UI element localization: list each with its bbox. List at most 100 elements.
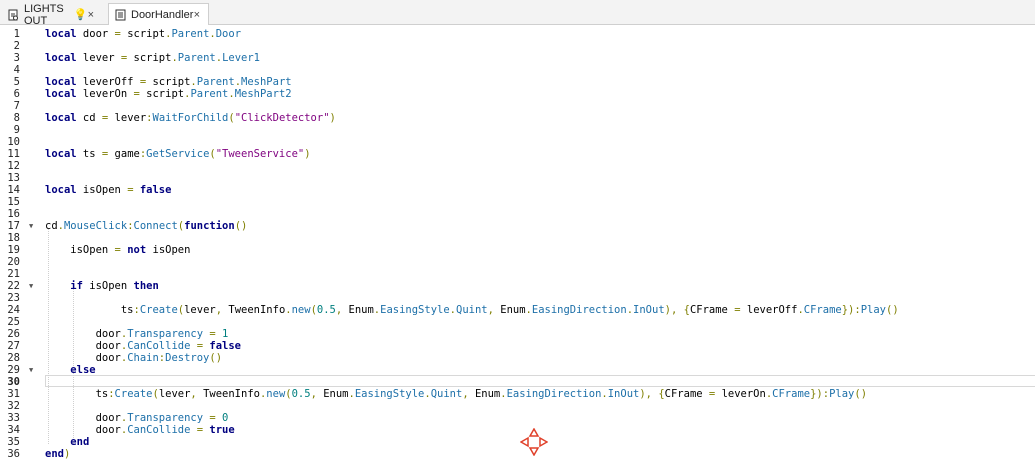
code-line[interactable]: 25 (0, 316, 1035, 328)
line-number: 28 (0, 352, 20, 364)
line-number: 34 (0, 424, 20, 436)
code-text: end (45, 436, 89, 448)
code-line[interactable]: 29▼ else (0, 364, 1035, 376)
fold-toggle-icon[interactable]: ▼ (29, 364, 33, 376)
line-number: 25 (0, 316, 20, 328)
code-line[interactable]: 24 ts:Create(lever, TweenInfo.new(0.5, E… (0, 304, 1035, 316)
code-line[interactable]: 22 ▼ if isOpen then (0, 280, 1035, 292)
line-number: 32 (0, 400, 20, 412)
code-text: end) (45, 448, 70, 460)
tab-bar: LIGHTS OUT 💡 × DoorHandler × (0, 0, 1035, 25)
code-line[interactable]: 16 (0, 208, 1035, 220)
code-text: door.Chain:Destroy() (45, 352, 222, 364)
code-line[interactable]: 36 end) (0, 448, 1035, 460)
code-text: door.Transparency = 1 (45, 328, 228, 340)
line-number: 16 (0, 208, 20, 220)
code-line[interactable]: 15 (0, 196, 1035, 208)
code-line[interactable]: 11 local ts = game:GetService("TweenServi… (0, 148, 1035, 160)
code-line[interactable]: 23 (0, 292, 1035, 304)
code-line[interactable]: 8 local cd = lever:WaitForChild("ClickDet… (0, 112, 1035, 124)
code-line[interactable]: 18 (0, 232, 1035, 244)
code-line[interactable]: 12 (0, 160, 1035, 172)
line-number: 36 (0, 448, 20, 460)
code-text: local leverOn = script.Parent.MeshPart2 (45, 88, 292, 100)
tab-label: LIGHTS OUT (24, 3, 72, 27)
line-number: 7 (0, 100, 20, 112)
code-line[interactable]: 34 door.CanCollide = true (0, 424, 1035, 436)
line-number: 14 (0, 184, 20, 196)
code-line[interactable]: 2 (0, 40, 1035, 52)
move-cursor-icon (520, 428, 548, 456)
code-line[interactable]: 3 local lever = script.Parent.Lever1 (0, 52, 1035, 64)
code-line[interactable]: 4 (0, 64, 1035, 76)
code-text: local isOpen = false (45, 184, 171, 196)
code-line[interactable]: 10 (0, 136, 1035, 148)
line-number: 29 (0, 364, 20, 376)
code-line[interactable]: 27 door.CanCollide = false (0, 340, 1035, 352)
code-line[interactable]: 31 ts:Create(lever, TweenInfo.new(0.5, E… (0, 388, 1035, 400)
script-icon (8, 9, 19, 21)
line-number: 22 (0, 280, 20, 292)
line-number: 24 (0, 304, 20, 316)
code-line[interactable]: 7 (0, 100, 1035, 112)
code-line[interactable]: 5local leverOff = script.Parent.MeshPart (0, 76, 1035, 88)
code-line[interactable]: 33 door.Transparency = 0 (0, 412, 1035, 424)
line-number: 33 (0, 412, 20, 424)
code-line[interactable]: 30 (0, 376, 1035, 388)
line-number: 19 (0, 244, 20, 256)
line-number: 17 (0, 220, 20, 232)
code-text: local ts = game:GetService("TweenService… (45, 148, 311, 160)
line-number: 13 (0, 172, 20, 184)
code-text: local door = script.Parent.Door (45, 28, 241, 40)
line-number: 2 (0, 40, 20, 52)
line-number: 1 (0, 28, 20, 40)
code-line[interactable]: 21 (0, 268, 1035, 280)
line-number: 12 (0, 160, 20, 172)
code-text: local lever = script.Parent.Lever1 (45, 52, 260, 64)
code-line[interactable]: 26 door.Transparency = 1 (0, 328, 1035, 340)
code-text: door.CanCollide = false (45, 340, 241, 352)
code-line[interactable]: 35 end (0, 436, 1035, 448)
code-line[interactable]: 32 (0, 400, 1035, 412)
code-text: isOpen = not isOpen (45, 244, 190, 256)
tab-door-handler[interactable]: DoorHandler × (108, 3, 209, 25)
tab-label: DoorHandler (131, 9, 193, 21)
line-number: 3 (0, 52, 20, 64)
code-text: cd.MouseClick:Connect(function() (45, 220, 247, 232)
line-number: 4 (0, 64, 20, 76)
line-number: 31 (0, 388, 20, 400)
code-line[interactable]: 9 (0, 124, 1035, 136)
code-line[interactable]: 28 door.Chain:Destroy() (0, 352, 1035, 364)
fold-toggle-icon[interactable]: ▼ (29, 220, 33, 232)
code-text: if isOpen then (45, 280, 159, 292)
tab-lights-out[interactable]: LIGHTS OUT 💡 × (2, 4, 102, 25)
line-number: 11 (0, 148, 20, 160)
code-line[interactable]: 20 (0, 256, 1035, 268)
line-number: 10 (0, 136, 20, 148)
fold-toggle-icon[interactable]: ▼ (29, 280, 33, 292)
line-number: 30 (0, 376, 20, 388)
line-number: 27 (0, 340, 20, 352)
code-text: door.CanCollide = true (45, 424, 235, 436)
lightbulb-icon: 💡 (74, 8, 88, 21)
code-text: local cd = lever:WaitForChild("ClickDete… (45, 112, 336, 124)
code-line[interactable]: 14 local isOpen = false (0, 184, 1035, 196)
code-text: ts:Create(lever, TweenInfo.new(0.5, Enum… (45, 304, 899, 316)
code-line[interactable]: 13 (0, 172, 1035, 184)
line-number: 6 (0, 88, 20, 100)
line-number: 8 (0, 112, 20, 124)
code-line[interactable]: 1 local door = script.Parent.Door (0, 28, 1035, 40)
line-number: 26 (0, 328, 20, 340)
code-line[interactable]: 6 local leverOn = script.Parent.MeshPart2 (0, 88, 1035, 100)
line-number: 35 (0, 436, 20, 448)
line-number: 18 (0, 232, 20, 244)
close-icon[interactable]: × (88, 9, 94, 21)
line-number: 21 (0, 268, 20, 280)
line-number: 23 (0, 292, 20, 304)
code-line[interactable]: 19 isOpen = not isOpen (0, 244, 1035, 256)
code-editor[interactable]: 1 local door = script.Parent.Door 23 local … (0, 28, 1035, 460)
code-line[interactable]: 17 ▼ cd.MouseClick:Connect(function() (0, 220, 1035, 232)
close-icon[interactable]: × (194, 9, 200, 21)
line-number: 5 (0, 76, 20, 88)
script-icon (115, 9, 126, 21)
